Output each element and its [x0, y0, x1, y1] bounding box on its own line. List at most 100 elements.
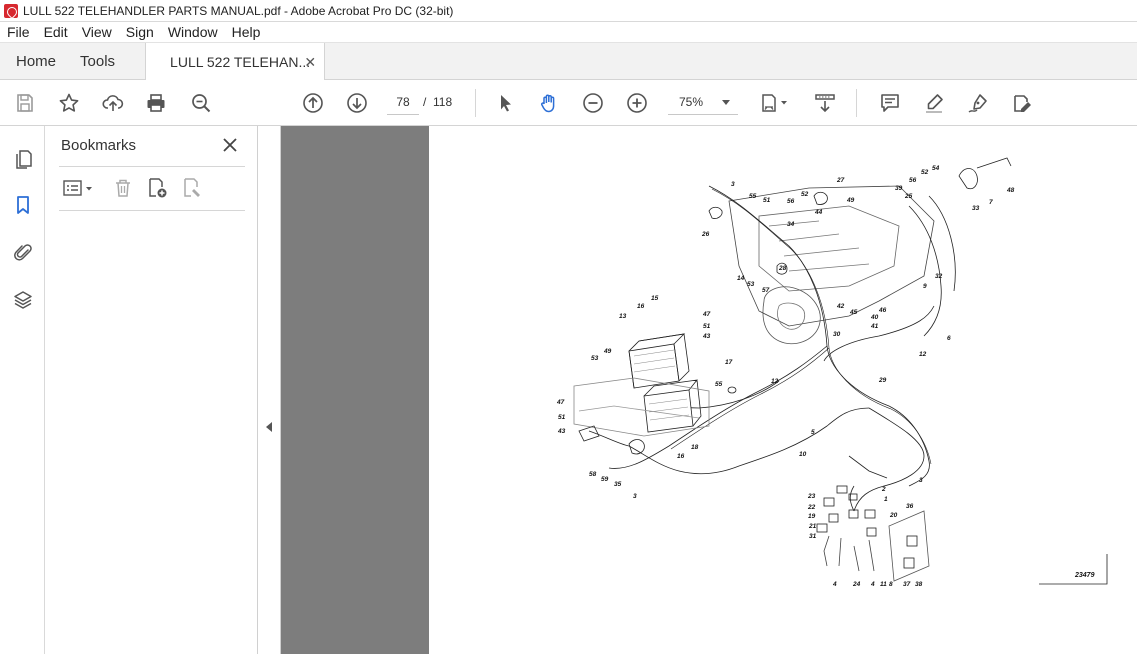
close-icon[interactable]: [221, 136, 239, 154]
label-16: 16: [637, 303, 645, 310]
zoom-dropdown[interactable]: 75%: [668, 89, 738, 115]
tab-document[interactable]: LULL 522 TELEHAN... ✕: [145, 43, 326, 81]
upload-button[interactable]: [100, 90, 126, 116]
chevron-down-icon: [722, 100, 730, 105]
label-20: 20: [889, 512, 898, 519]
highlight-button[interactable]: [921, 90, 947, 116]
label-34: 34: [787, 221, 795, 228]
comment-button[interactable]: [877, 90, 903, 116]
scroll-mode-button[interactable]: [812, 90, 838, 116]
tab-close-icon[interactable]: ✕: [304, 54, 316, 71]
label-22: 22: [807, 504, 816, 511]
label-32: 32: [935, 273, 943, 280]
tab-home[interactable]: Home: [0, 43, 72, 79]
new-bookmark-button[interactable]: [144, 176, 170, 200]
zoom-value: 75%: [679, 94, 704, 109]
menu-window[interactable]: Window: [161, 22, 225, 43]
bookmark-icon: [17, 196, 29, 214]
label-59: 59: [601, 476, 609, 483]
label-26: 26: [701, 231, 710, 238]
fit-page-button[interactable]: [756, 90, 792, 116]
label-48: 48: [1006, 187, 1015, 194]
label-16b: 16: [677, 453, 685, 460]
find-zoom-button[interactable]: [188, 90, 214, 116]
label-44: 44: [814, 209, 823, 216]
label-14: 14: [737, 275, 745, 282]
bookmark-properties-icon: [184, 178, 200, 197]
acrobat-logo-icon: [4, 3, 18, 18]
label-46: 46: [878, 307, 887, 314]
menu-edit[interactable]: Edit: [37, 22, 75, 43]
label-58: 58: [589, 471, 597, 478]
print-button[interactable]: [143, 90, 169, 116]
arrow-up-circle-icon: [303, 93, 323, 113]
parts-diagram: 3 55 51 26 52 56 27 44 34 49 39 25 52 54…: [556, 157, 1108, 588]
label-47: 47: [702, 311, 711, 318]
collapse-arrow-icon[interactable]: [266, 422, 272, 432]
label-51c: 51: [558, 414, 566, 421]
bookmark-options-button[interactable]: [59, 176, 97, 200]
menu-sign[interactable]: Sign: [119, 22, 161, 43]
label-10: 10: [799, 451, 807, 458]
bookmarks-panel: Bookmarks: [45, 126, 258, 654]
bookmark-star-button[interactable]: [56, 90, 82, 116]
label-11: 11: [880, 581, 887, 588]
trash-icon: [116, 179, 130, 197]
label-45: 45: [849, 309, 858, 316]
menu-bar: File Edit View Sign Window Help: [0, 22, 1137, 43]
add-bookmark-icon: [149, 178, 167, 198]
attachments-button[interactable]: [10, 239, 36, 265]
label-49: 49: [846, 197, 855, 204]
label-17: 17: [725, 359, 733, 366]
label-4: 4: [832, 581, 837, 588]
page-number-input[interactable]: [387, 89, 419, 115]
sign-button[interactable]: [965, 90, 991, 116]
label-12b: 12: [771, 378, 779, 385]
tab-tools[interactable]: Tools: [72, 43, 131, 79]
window-title: LULL 522 TELEHANDLER PARTS MANUAL.pdf - …: [23, 3, 454, 18]
page-thumbnails-button[interactable]: [10, 146, 36, 172]
label-6: 6: [947, 335, 951, 342]
label-3c: 3: [919, 477, 923, 484]
label-56: 56: [787, 198, 795, 205]
label-27: 27: [836, 177, 845, 184]
label-3b: 3: [633, 493, 637, 500]
panel-divider: [59, 210, 245, 211]
tab-bar: Home Tools LULL 522 TELEHAN... ✕: [0, 43, 1137, 81]
edit-pdf-button[interactable]: [1009, 90, 1035, 116]
layers-button[interactable]: [10, 287, 36, 313]
label-36: 36: [906, 503, 914, 510]
menu-file[interactable]: File: [0, 22, 37, 43]
edit-pdf-icon: [1014, 95, 1031, 112]
page-total: 118: [433, 95, 453, 109]
menu-help[interactable]: Help: [225, 22, 268, 43]
previous-page-button[interactable]: [300, 90, 326, 116]
label-19: 19: [808, 513, 816, 520]
hand-tool-button[interactable]: [536, 90, 562, 116]
label-9: 9: [923, 283, 927, 290]
save-button[interactable]: [12, 90, 38, 116]
label-37: 37: [903, 581, 911, 588]
zoom-in-button[interactable]: [624, 90, 650, 116]
document-view[interactable]: 3 55 51 26 52 56 27 44 34 49 39 25 52 54…: [281, 126, 1137, 654]
paperclip-icon: [14, 244, 32, 261]
bookmarks-panel-button[interactable]: [10, 192, 36, 218]
delete-bookmark-button[interactable]: [111, 176, 135, 200]
label-4b: 4: [870, 581, 875, 588]
label-8: 8: [889, 581, 893, 588]
label-15: 15: [651, 295, 659, 302]
next-page-button[interactable]: [344, 90, 370, 116]
title-bar: LULL 522 TELEHANDLER PARTS MANUAL.pdf - …: [0, 0, 1137, 22]
save-icon: [17, 94, 33, 112]
menu-view[interactable]: View: [75, 22, 119, 43]
bookmark-properties-button[interactable]: [179, 176, 205, 200]
label-53: 53: [747, 281, 755, 288]
label-38: 38: [915, 581, 923, 588]
select-tool-button[interactable]: [492, 90, 518, 116]
label-13: 13: [619, 313, 627, 320]
label-25: 25: [904, 193, 913, 200]
zoom-out-button[interactable]: [580, 90, 606, 116]
label-55b: 55: [715, 381, 723, 388]
label-2: 2: [881, 486, 886, 493]
panel-splitter[interactable]: [258, 126, 281, 654]
